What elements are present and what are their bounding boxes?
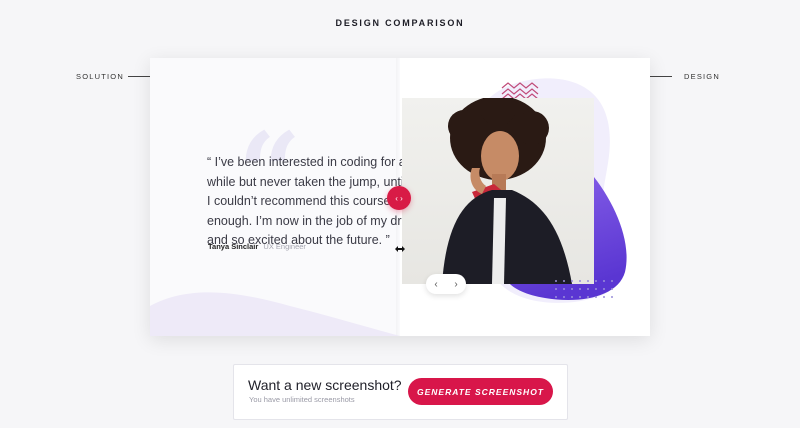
cta-panel: Want a new screenshot? You have unlimite… (233, 364, 568, 420)
carousel-controls: ‹ › (426, 274, 466, 294)
author-role: UX Engineer (263, 242, 306, 251)
page-title: DESIGN COMPARISON (335, 18, 465, 28)
resize-cursor-icon (395, 246, 405, 252)
dot-grid-pattern (555, 280, 613, 298)
solution-line (128, 76, 150, 77)
design-label: DESIGN (684, 72, 720, 81)
carousel-prev-button[interactable]: ‹ (434, 279, 437, 290)
carousel-next-button[interactable]: › (454, 279, 457, 290)
cta-title: Want a new screenshot? (248, 377, 402, 393)
author-name: Tanya Sinclair (208, 242, 259, 251)
testimonial-photo (402, 98, 594, 284)
cta-subtitle: You have unlimited screenshots (249, 395, 355, 404)
testimonial-author: Tanya Sinclair UX Engineer (208, 242, 306, 251)
generate-screenshot-button[interactable]: GENERATE SCREENSHOT (408, 378, 553, 405)
solution-label: SOLUTION (76, 72, 124, 81)
design-line (650, 76, 672, 77)
compare-slider-handle[interactable]: ‹ › (387, 186, 411, 210)
drag-arrows-icon: ‹ › (395, 193, 403, 203)
